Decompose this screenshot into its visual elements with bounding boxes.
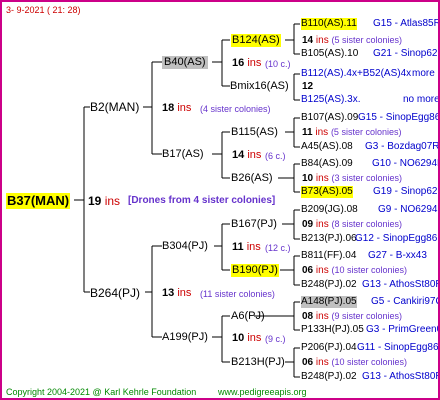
- g3-count-0: 14 ins (5 sister colonies): [302, 35, 403, 46]
- g1-note-0: (4 sister colonies): [200, 104, 271, 114]
- g4-right-15: G13 - AthosSt80R: [362, 371, 440, 382]
- date-stamp: 3- 9-2021 ( 21: 28): [6, 5, 81, 15]
- g4-left-15: B248(PJ).02: [301, 371, 357, 382]
- g3-queen-1: Bmix16(AS): [230, 80, 289, 92]
- g4-right-4: G15 - SinopEgg86R: [358, 112, 440, 123]
- g4-left-7: B73(AS).05: [301, 186, 353, 198]
- g4-right-13: G3 - PrimGreen00: [366, 324, 440, 335]
- g4-left-11: B248(PJ).02: [301, 279, 357, 290]
- g3-count-4: 09 ins (8 sister colonies): [302, 219, 403, 230]
- g3-count-1: 12: [302, 81, 314, 92]
- g4-left-14: P206(PJ).04: [301, 342, 357, 353]
- g4-right-0: G15 - Atlas85R: [373, 18, 440, 29]
- g4-left-3: B125(AS).3x.: [301, 94, 361, 105]
- g1-note-1: (11 sister colonies): [200, 289, 275, 299]
- g3-count-7: 06 ins (10 sister colonies): [302, 357, 408, 368]
- g4-left-6: B84(AS).09: [301, 158, 353, 169]
- g4-right-9: G12 - SinopEgg86R: [355, 233, 440, 244]
- footer-url[interactable]: www.pedigreeapis.org: [218, 386, 307, 398]
- g1-queen-0: B2(MAN): [90, 100, 140, 114]
- g3-queen-5: B190(PJ): [231, 264, 279, 277]
- g3-queen-2: B115(AS): [231, 126, 278, 138]
- g2-ins-1: 14 ins: [232, 149, 262, 161]
- g4-left-4: B107(AS).09: [301, 112, 359, 123]
- g4-right-12: G5 - Cankiri97Q: [371, 296, 440, 307]
- g4-right-6: G10 - NO6294R: [372, 158, 440, 169]
- g3-queen-6: A6(PJ): [231, 310, 265, 322]
- g4-left-10: B811(FF).04: [301, 250, 357, 261]
- g2-queen-0: B40(AS): [162, 56, 208, 69]
- g2-note-3: (9 c.): [265, 334, 286, 344]
- root-queen: B37(MAN): [6, 193, 71, 209]
- g2-ins-0: 16 ins: [232, 57, 262, 69]
- g1-ins-1: 13 ins: [162, 287, 192, 299]
- g4-right-11: G13 - AthosSt80R: [362, 279, 440, 290]
- g2-note-1: (6 c.): [265, 151, 286, 161]
- g3-queen-7: B213H(PJ): [231, 356, 285, 368]
- g3-count-6: 08 ins (9 sister colonies): [302, 311, 403, 322]
- g1-ins-0: 18 ins: [162, 102, 192, 114]
- g2-queen-1: B17(AS): [162, 148, 204, 160]
- g3-count-3: 10 ins (3 sister colonies): [302, 173, 403, 184]
- g1-queen-1: B264(PJ): [90, 286, 141, 300]
- g4-right-5: G3 - Bozdag07R: [365, 141, 440, 152]
- g4-left-8: B209(JG).08: [301, 204, 358, 215]
- g4-right-3: no more: [403, 94, 440, 105]
- g2-queen-2: B304(PJ): [162, 240, 208, 252]
- g4-right-10: G27 - B-xx43: [368, 250, 427, 261]
- g4-left-2: B112(AS).4x+B52(AS)4x: [301, 68, 412, 79]
- g4-left-13: P133H(PJ).05: [301, 324, 364, 335]
- g3-queen-0: B124(AS): [231, 34, 281, 47]
- pedigree-chart: 3- 9-2021 ( 21: 28) B37(MAN) 19 ins [Dro…: [0, 0, 440, 400]
- g4-right-2: more: [412, 68, 435, 79]
- g4-right-14: G11 - SinopEgg86R: [357, 342, 440, 353]
- g4-right-8: G9 - NO6294R: [378, 204, 440, 215]
- g4-left-0: B110(AS).11: [301, 18, 357, 30]
- footer-copyright: Copyright 2004-2021 @ Karl Kehrle Founda…: [6, 387, 197, 397]
- g3-queen-3: B26(AS): [231, 172, 273, 184]
- g4-left-5: A45(AS).08: [301, 141, 353, 152]
- g3-count-5: 06 ins (10 sister colonies): [302, 265, 408, 276]
- root-ins-count: 19 ins: [88, 194, 121, 208]
- g4-right-1: G21 - Sinop62R: [373, 48, 440, 59]
- root-note: [Drones from 4 sister colonies]: [128, 195, 276, 206]
- g4-left-1: B105(AS).10: [301, 48, 359, 59]
- g3-count-2: 11 ins (5 sister colonies): [302, 127, 402, 138]
- g2-ins-3: 10 ins: [232, 332, 262, 344]
- g2-ins-2: 11 ins: [232, 241, 261, 253]
- g4-left-12: A148(PJ).05: [301, 296, 357, 308]
- g2-note-0: (10 c.): [265, 59, 291, 69]
- g4-right-7: G19 - Sinop62R: [373, 186, 440, 197]
- g2-queen-3: A199(PJ): [162, 331, 208, 343]
- g4-left-9: B213(PJ).06: [301, 233, 357, 244]
- g2-note-2: (12 c.): [265, 243, 291, 253]
- g3-queen-4: B167(PJ): [231, 218, 277, 230]
